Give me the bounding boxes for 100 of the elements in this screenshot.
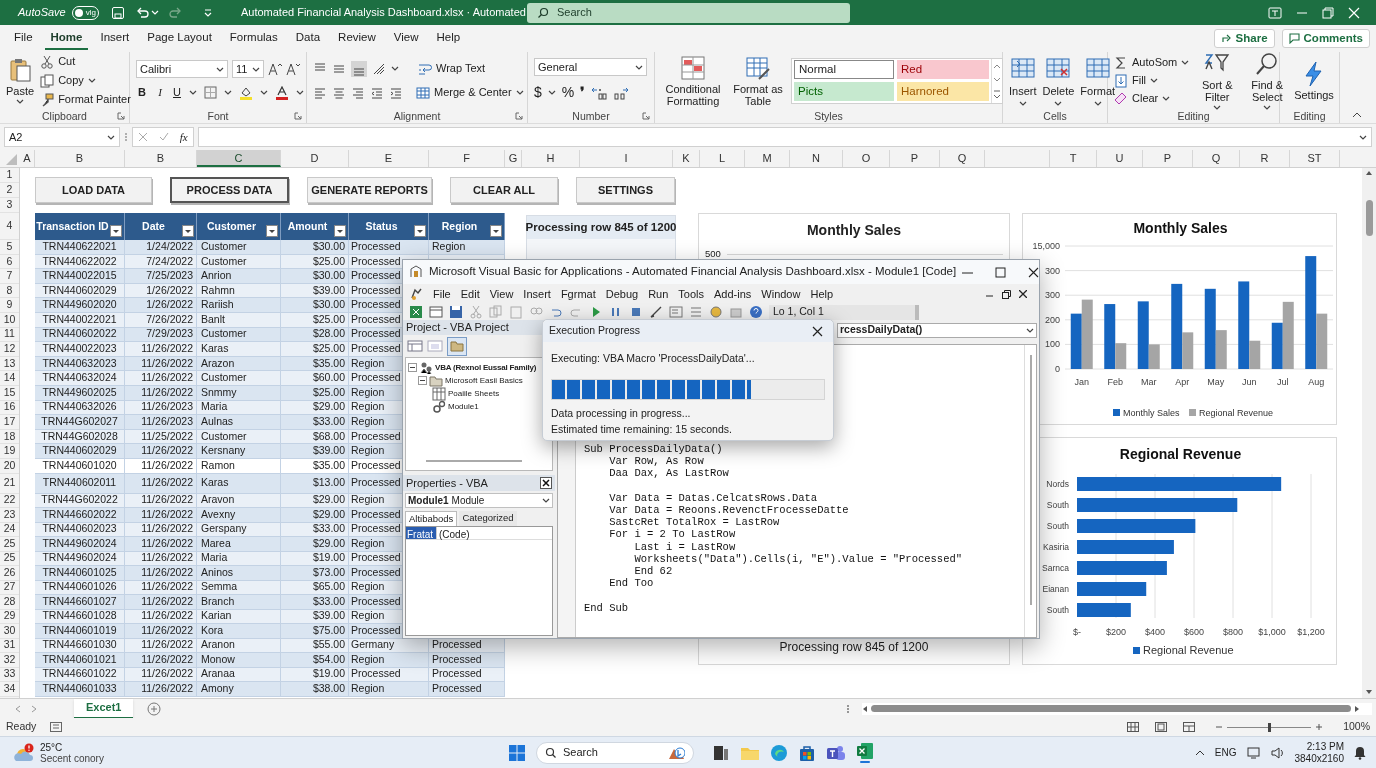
dialog-launcher-icon[interactable]	[642, 112, 650, 120]
row-header[interactable]: 9	[0, 298, 19, 313]
scroll-down-icon[interactable]	[1365, 689, 1373, 695]
column-header[interactable]: Q	[940, 150, 985, 167]
underline-button[interactable]: U	[172, 84, 182, 101]
macro-record-icon[interactable]	[50, 722, 63, 732]
row-header[interactable]: 2	[0, 183, 19, 198]
close-icon[interactable]	[1019, 290, 1027, 298]
paste-button[interactable]: Paste	[6, 57, 35, 104]
column-header[interactable]: D	[281, 150, 349, 167]
ribbon-tab[interactable]: File	[8, 27, 39, 50]
row-header[interactable]: 13	[0, 356, 19, 372]
menu-item[interactable]: Insert	[523, 285, 551, 303]
property-name[interactable]: Fratat	[406, 527, 436, 539]
tree-item[interactable]: Poaiile Sheets	[448, 387, 500, 400]
align-bottom-icon[interactable]	[351, 60, 367, 77]
ribbon-tab[interactable]: Formulas	[223, 27, 284, 50]
row-header[interactable]: 28	[0, 595, 19, 610]
column-header[interactable]: P	[1143, 150, 1193, 167]
column-header[interactable]: K	[673, 150, 700, 167]
ribbon-tab[interactable]: View	[387, 27, 425, 50]
menu-item[interactable]: Window	[761, 285, 801, 303]
font-color-icon[interactable]	[275, 85, 289, 100]
delete-button[interactable]: Delete	[1042, 54, 1075, 107]
vertical-scrollbar[interactable]	[1362, 168, 1376, 698]
row-header[interactable]: 5	[0, 240, 19, 255]
procedure-dropdown[interactable]: rcessDailyData()	[837, 322, 1037, 338]
fill-button[interactable]: Fill	[1114, 71, 1190, 90]
share-button[interactable]: Share	[1213, 29, 1275, 48]
close-icon[interactable]	[812, 325, 823, 337]
filter-dropdown-icon[interactable]	[490, 225, 502, 237]
column-header[interactable]: I	[580, 150, 673, 167]
menu-item[interactable]: Edit	[460, 285, 480, 303]
column-header[interactable]: Q	[1193, 150, 1240, 167]
dialog-launcher-icon[interactable]	[515, 112, 523, 120]
column-header[interactable]: C	[197, 150, 281, 167]
scroll-up-icon[interactable]	[1365, 170, 1373, 176]
taskbar-search[interactable]: Search	[536, 741, 694, 764]
format-as-table-button[interactable]: Format as Table	[731, 54, 785, 107]
menu-item[interactable]: Help	[810, 285, 834, 303]
column-header[interactable]: T	[1050, 150, 1097, 167]
row-header[interactable]: 7	[0, 269, 19, 284]
cell-style[interactable]: Picts	[794, 82, 894, 101]
volume-icon[interactable]	[1270, 746, 1285, 759]
slider-thumb[interactable]	[1268, 722, 1272, 732]
row-header[interactable]: 18	[0, 429, 19, 445]
store-icon[interactable]	[798, 743, 816, 762]
save-icon[interactable]	[110, 5, 125, 20]
macro-button[interactable]: CLEAR ALL	[450, 177, 558, 203]
scroll-thumb[interactable]	[1029, 355, 1032, 605]
clock-date[interactable]: 3840x2160	[1294, 752, 1344, 765]
row-header[interactable]: 27	[0, 580, 19, 595]
row-header[interactable]: 29	[0, 609, 19, 624]
column-header[interactable]: A	[20, 150, 35, 167]
scroll-thumb[interactable]	[426, 460, 522, 462]
collapse-icon[interactable]	[418, 376, 427, 385]
decrease-indent-icon[interactable]	[370, 85, 384, 100]
font-name-field[interactable]: Calibri	[136, 60, 228, 79]
filter-dropdown-icon[interactable]	[110, 225, 122, 237]
increase-decimal-icon[interactable]	[591, 85, 608, 100]
project-explorer-icon[interactable]	[669, 305, 683, 319]
tree-item[interactable]: VBA (Rexnol Eussal Family)	[435, 361, 537, 374]
align-right-icon[interactable]	[351, 85, 365, 100]
column-header[interactable]: O	[843, 150, 890, 167]
ribbon-tab[interactable]: Review	[332, 27, 382, 50]
object-dropdown[interactable]: Module1 Module	[405, 493, 553, 508]
borders-icon[interactable]	[204, 86, 217, 99]
cell-style[interactable]: Harnored	[897, 82, 989, 101]
insert-form-icon[interactable]	[429, 305, 443, 319]
number-format-field[interactable]: General	[534, 58, 647, 76]
menu-item[interactable]: Fgrmat	[560, 285, 596, 303]
orientation-icon[interactable]	[372, 61, 386, 76]
row-header[interactable]: 23	[0, 508, 19, 523]
row-header[interactable]: 30	[0, 624, 19, 639]
language-indicator[interactable]: ENG	[1214, 745, 1237, 760]
scroll-right-icon[interactable]	[1354, 704, 1360, 713]
macro-button[interactable]: LOAD DATA	[35, 177, 152, 203]
cut-button[interactable]: Cut	[40, 52, 131, 71]
ribbon-tab[interactable]: Page Layout	[141, 27, 218, 50]
menu-item[interactable]: Debug	[605, 285, 639, 303]
ribbon-tab[interactable]: Data	[289, 27, 327, 50]
filter-dropdown-icon[interactable]	[182, 225, 194, 237]
view-excel-icon[interactable]	[409, 305, 423, 319]
name-box[interactable]: A2	[4, 127, 120, 147]
save-icon[interactable]	[449, 305, 463, 319]
ribbon-display-icon[interactable]	[1268, 6, 1282, 19]
normal-view-icon[interactable]	[1127, 722, 1140, 732]
macro-button[interactable]: PROCESS DATA	[170, 177, 289, 203]
clear-button[interactable]: Clear	[1114, 89, 1190, 108]
excel-icon[interactable]	[856, 742, 874, 760]
column-header[interactable]: P	[890, 150, 940, 167]
previous-sheet-icon[interactable]	[14, 704, 22, 713]
comments-button[interactable]: Comments	[1281, 29, 1370, 48]
formula-input[interactable]	[198, 127, 1372, 147]
column-header[interactable]: H	[522, 150, 580, 167]
row-header[interactable]: 3	[0, 198, 19, 213]
row-header[interactable]: 26	[0, 566, 19, 581]
weather-icon[interactable]	[12, 742, 34, 763]
teams-icon[interactable]	[826, 743, 846, 762]
row-header[interactable]: 8	[0, 283, 19, 299]
